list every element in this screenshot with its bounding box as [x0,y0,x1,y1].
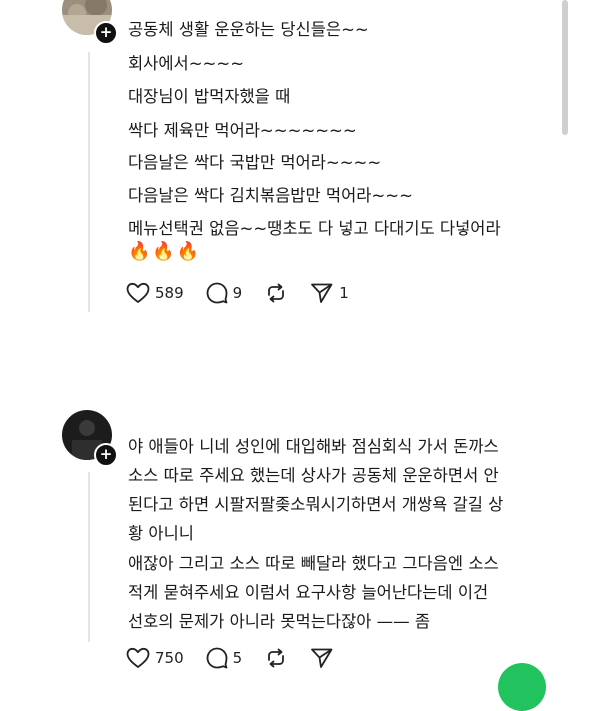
comment-bubble-icon [206,282,228,304]
repost-button[interactable] [264,282,288,304]
post-1: + 공동체 생활 운운하는 당신들은~~ 회사에서~~~~ 대장님이 밥먹자했을… [0,0,601,330]
post-text-line: 된다고 하면 시팔저팔좆소뭐시기하면서 개쌍욕 갈길 상 [128,495,504,514]
like-button[interactable]: 750 [126,647,184,669]
post-text-line: 회사에서~~~~ [128,54,245,73]
heart-icon [126,647,150,668]
post-text-line: 황 아니니 [128,524,194,543]
share-count: 1 [339,284,349,302]
repost-icon [268,648,285,668]
heart-icon [126,282,150,303]
like-button[interactable]: 589 [126,282,184,304]
post-text-line: 애잖아 그리고 소스 따로 빼달라 했다고 그다음엔 소스 [128,554,499,573]
comment-button[interactable]: 5 [206,647,243,669]
share-button[interactable]: 1 [310,282,349,304]
follow-button[interactable]: + [94,443,118,467]
send-icon [311,283,333,303]
post-text-line: 적게 묻혀주세요 이럼서 요구사항 늘어난다는데 이건 [128,583,489,602]
post-text-line: 공동체 생활 운운하는 당신들은~~ [128,20,369,39]
post-text-line: 선호의 문제가 아니라 못먹는다잖아 —— 좀 [128,612,431,631]
post-text-line: 소스 따로 주세요 했는데 상사가 공동체 운운하면서 안 [128,466,499,485]
send-icon [311,648,333,668]
like-count: 589 [155,284,184,302]
floating-action-button[interactable] [498,663,546,711]
post-text-line: 야 애들아 니네 성인에 대입해봐 점심회식 가서 돈까스 [128,437,499,456]
fire-emoji: 🔥 [152,241,177,262]
thread-line [88,52,90,312]
comment-count: 5 [232,649,243,667]
comment-count: 9 [232,284,243,302]
thread-line [88,472,90,642]
post-2: + 야 애들아 니네 성인에 대입해봐 점심회식 가서 돈까스 소스 따로 주세… [0,400,601,675]
comment-bubble-icon [206,647,228,669]
post-text-line: 메뉴선택권 없음~~땡초도 다 넣고 다대기도 다넣어라 [128,219,501,238]
post-actions: 589 9 1 [126,279,371,307]
post-text-line: 다음날은 싹다 김치볶음밥만 먹어라~~~ [128,186,413,205]
repost-icon [268,283,285,303]
post-text-line: 다음날은 싹다 국밥만 먹어라~~~~ [128,153,382,172]
post-actions: 750 5 [126,644,356,672]
follow-button[interactable]: + [94,21,118,45]
fire-emoji: 🔥 [176,241,202,262]
repost-button[interactable] [264,647,288,669]
comment-button[interactable]: 9 [206,282,243,304]
fire-emoji-row: 🔥🔥🔥 [128,241,201,262]
fire-emoji: 🔥 [128,241,153,262]
post-text-line: 대장님이 밥먹자했을 때 [128,87,291,106]
like-count: 750 [155,649,184,667]
share-button[interactable] [310,647,334,669]
post-text-line: 싹다 제육만 먹어라~~~~~~~ [128,121,357,140]
